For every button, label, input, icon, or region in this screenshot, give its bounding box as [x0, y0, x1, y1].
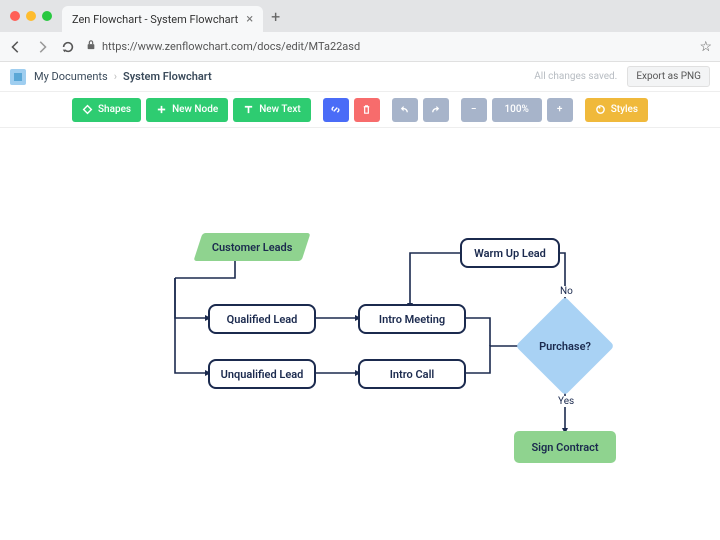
- tab-title: Zen Flowchart - System Flowchart: [72, 13, 238, 26]
- back-button[interactable]: [8, 39, 24, 55]
- palette-icon: [595, 104, 606, 115]
- node-warm-up-lead[interactable]: Warm Up Lead: [460, 238, 560, 268]
- trash-icon: [361, 104, 372, 115]
- plus-icon: [156, 104, 167, 115]
- plus-icon: +: [557, 104, 563, 115]
- edge-label-no: No: [558, 286, 575, 297]
- connectors: [0, 128, 720, 540]
- node-customer-leads[interactable]: Customer Leads: [193, 233, 310, 261]
- link-icon: [330, 104, 341, 115]
- flowchart-canvas[interactable]: Customer Leads Qualified Lead Unqualifie…: [0, 128, 720, 540]
- app-header: My Documents › System Flowchart All chan…: [0, 62, 720, 92]
- new-text-button[interactable]: New Text: [233, 98, 310, 122]
- maximize-window-icon[interactable]: [42, 11, 52, 21]
- close-tab-icon[interactable]: ×: [246, 12, 253, 27]
- text-icon: [243, 104, 254, 115]
- minimize-window-icon[interactable]: [26, 11, 36, 21]
- lock-icon: [86, 40, 96, 53]
- breadcrumb-current[interactable]: System Flowchart: [123, 70, 212, 83]
- diamond-icon: [82, 104, 93, 115]
- window-controls: [10, 11, 52, 21]
- url-text: https://www.zenflowchart.com/docs/edit/M…: [102, 40, 360, 53]
- new-tab-button[interactable]: +: [271, 7, 280, 26]
- zoom-display[interactable]: 100%: [492, 98, 542, 122]
- node-unqualified-lead[interactable]: Unqualified Lead: [208, 359, 316, 389]
- save-status: All changes saved.: [534, 71, 617, 82]
- url-field[interactable]: https://www.zenflowchart.com/docs/edit/M…: [86, 40, 689, 53]
- styles-button[interactable]: Styles: [585, 98, 648, 122]
- browser-tab[interactable]: Zen Flowchart - System Flowchart ×: [62, 6, 263, 32]
- export-button[interactable]: Export as PNG: [627, 66, 710, 87]
- browser-addressbar: https://www.zenflowchart.com/docs/edit/M…: [0, 32, 720, 62]
- toolbar: Shapes New Node New Text − 100%: [0, 92, 720, 128]
- edge-label-yes: Yes: [556, 396, 576, 407]
- bookmark-icon[interactable]: ☆: [699, 39, 712, 55]
- app-logo-icon[interactable]: [10, 69, 26, 85]
- node-intro-call[interactable]: Intro Call: [358, 359, 466, 389]
- node-sign-contract[interactable]: Sign Contract: [514, 431, 616, 463]
- shapes-button[interactable]: Shapes: [72, 98, 141, 122]
- close-window-icon[interactable]: [10, 11, 20, 21]
- zoom-out-button[interactable]: −: [461, 98, 487, 122]
- forward-button[interactable]: [34, 39, 50, 55]
- redo-icon: [430, 104, 441, 115]
- redo-button[interactable]: [423, 98, 449, 122]
- reload-button[interactable]: [60, 39, 76, 55]
- undo-button[interactable]: [392, 98, 418, 122]
- browser-tabbar: Zen Flowchart - System Flowchart × +: [0, 0, 720, 32]
- undo-icon: [399, 104, 410, 115]
- delete-button[interactable]: [354, 98, 380, 122]
- minus-icon: −: [471, 104, 477, 115]
- breadcrumb-root[interactable]: My Documents: [34, 70, 108, 83]
- new-node-button[interactable]: New Node: [146, 98, 228, 122]
- node-purchase-decision[interactable]: Purchase?: [530, 311, 600, 381]
- link-button[interactable]: [323, 98, 349, 122]
- node-qualified-lead[interactable]: Qualified Lead: [208, 304, 316, 334]
- node-intro-meeting[interactable]: Intro Meeting: [358, 304, 466, 334]
- zoom-in-button[interactable]: +: [547, 98, 573, 122]
- breadcrumb-separator: ›: [114, 70, 117, 83]
